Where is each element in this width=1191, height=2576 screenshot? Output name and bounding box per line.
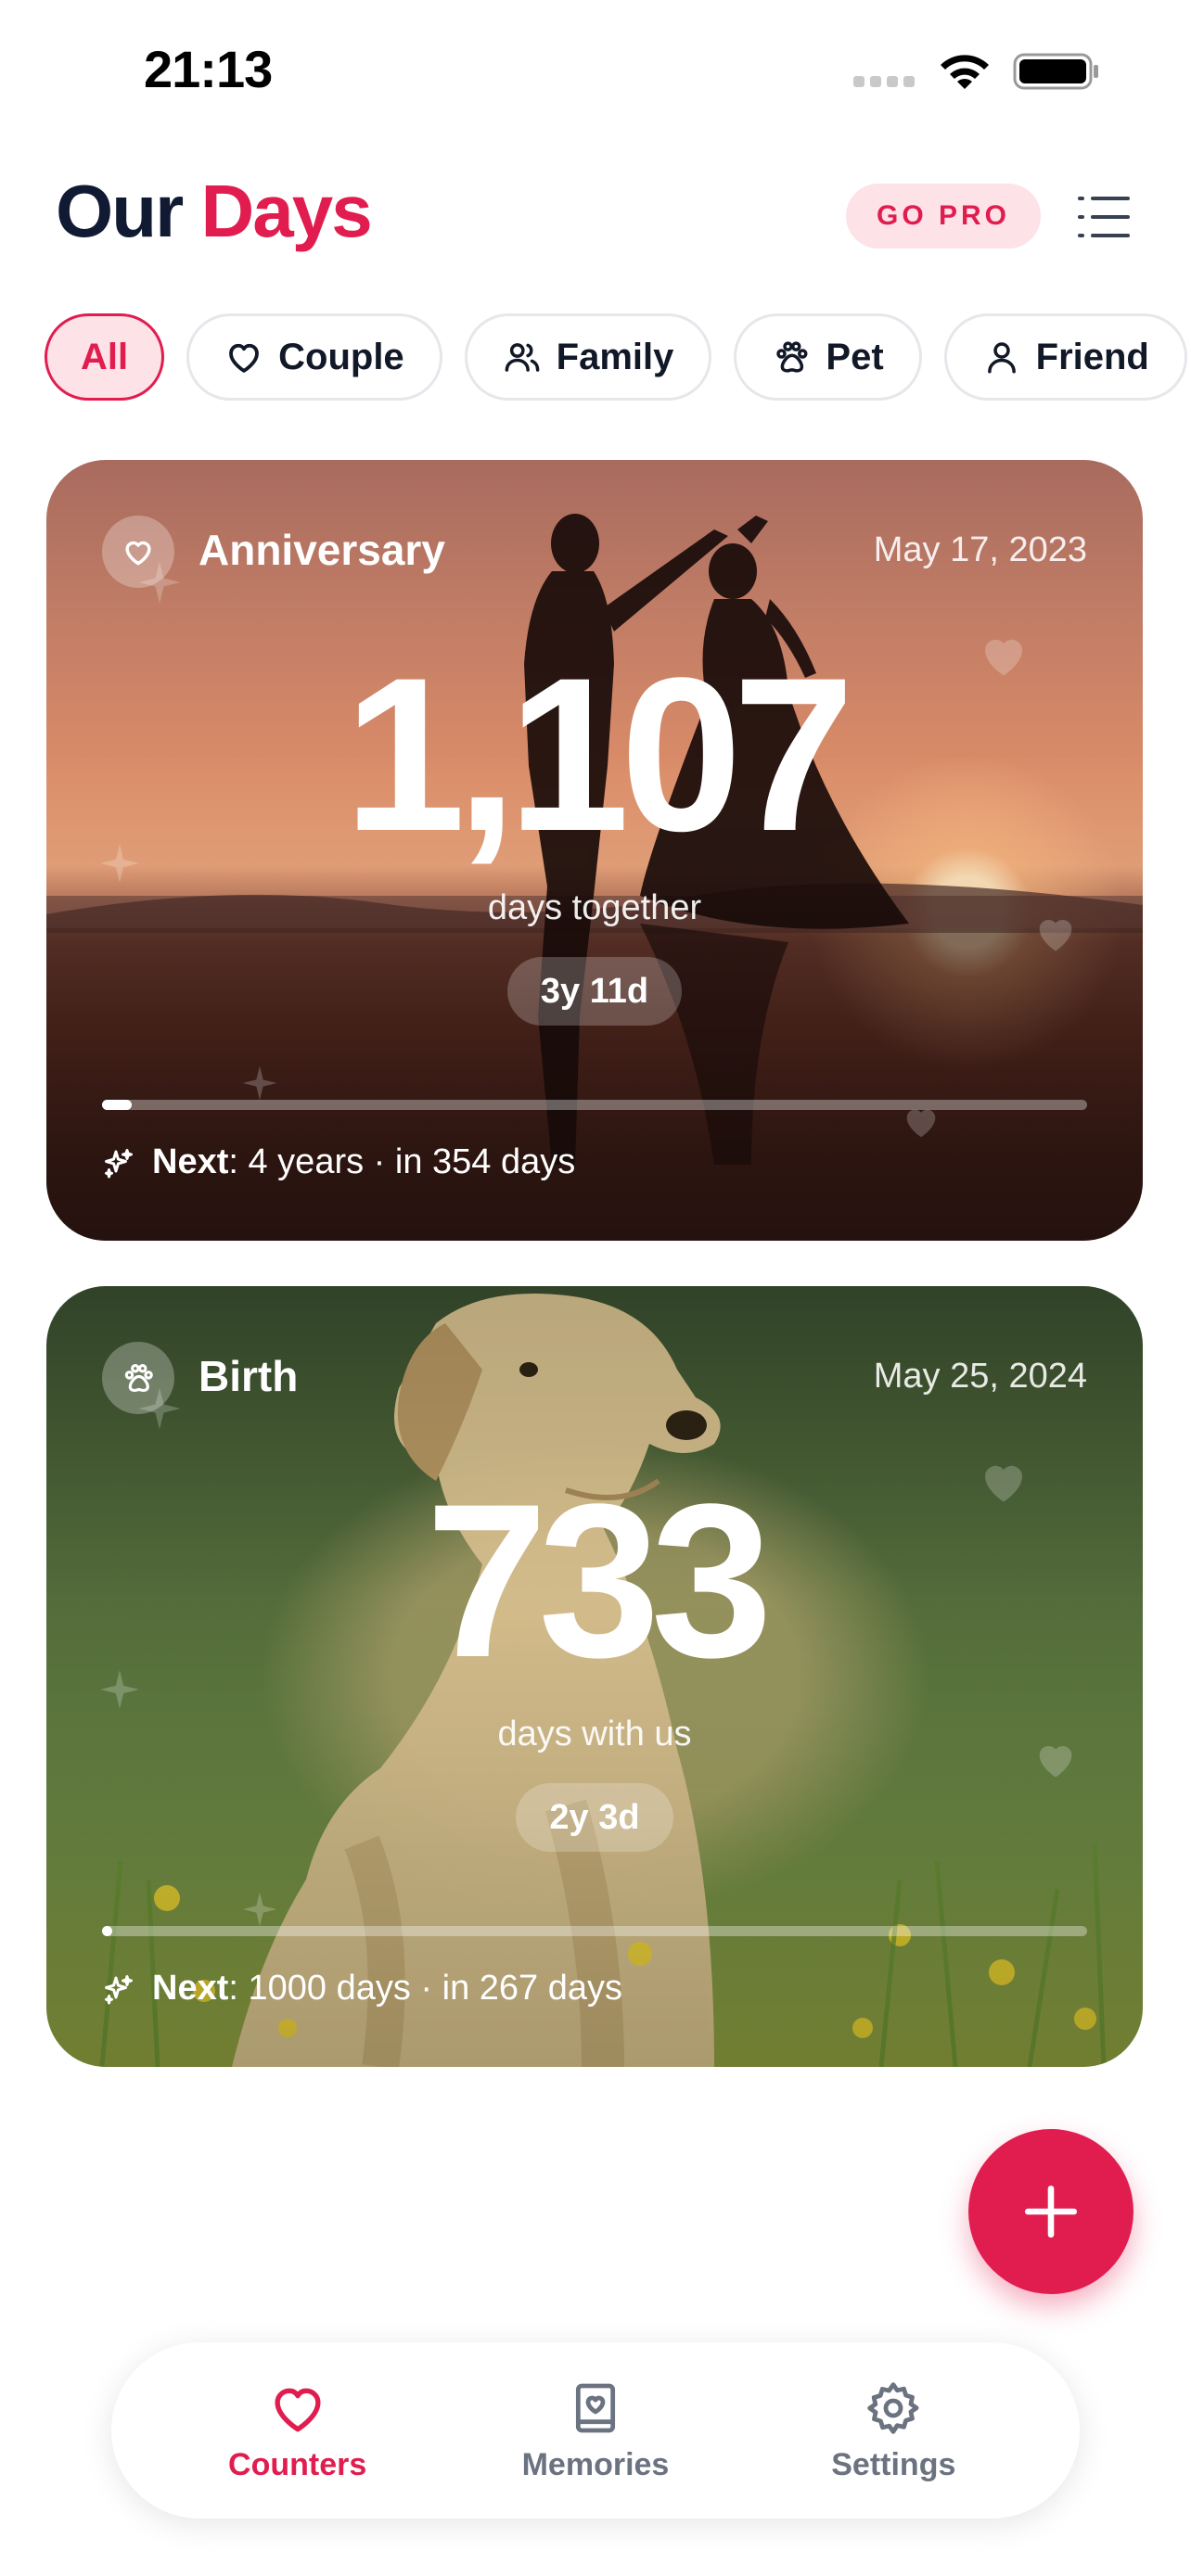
progress-fill [102,1926,112,1936]
tab-label: Memories [521,2446,670,2482]
sparkle-decoration-icon [242,1065,277,1101]
card-title: Anniversary [198,526,445,574]
tab-memories[interactable]: Memories [475,2378,716,2483]
filter-chip-family[interactable]: Family [464,313,712,401]
day-count: 733 [426,1459,773,1703]
next-milestone: Next: 4 years · in 354 days [102,1142,575,1182]
next-text: : 1000 days · in 267 days [228,1969,622,2008]
counter-card-birth[interactable]: Birth May 25, 2024 733 days with us 2y 3… [46,1286,1143,2067]
list-menu-icon[interactable] [1076,193,1132,241]
card-start-date: May 17, 2023 [873,530,1087,569]
progress-fill [102,1100,132,1110]
wifi-icon [941,55,989,89]
filter-chips: All Couple Family Pet Friend [45,313,1187,401]
sparkle-decoration-icon [242,1892,277,1927]
card-title: Birth [198,1352,299,1400]
counter-card-anniversary[interactable]: Anniversary May 17, 2023 1,107 days toge… [46,460,1143,1241]
title-part-our: Our [56,170,184,252]
tab-counters[interactable]: Counters [177,2378,418,2483]
next-milestone: Next: 1000 days · in 267 days [102,1969,622,2009]
status-bar: 21:13 [0,0,1191,139]
battery-icon [1013,53,1098,90]
milestone-progress-bar [102,1100,1087,1110]
card-category-badge [102,1342,174,1414]
bottom-tab-bar: Counters Memories Settings [111,2342,1080,2519]
filter-chip-friend[interactable]: Friend [943,313,1187,401]
chip-label: Couple [278,336,404,377]
filter-chip-couple[interactable]: Couple [186,313,442,401]
card-category-badge [102,516,174,588]
day-count-subtitle: days with us [497,1715,692,1753]
day-count: 1,107 [343,632,855,877]
heart-icon [229,343,260,373]
paw-icon [776,341,808,373]
paw-icon [124,1363,153,1393]
card-start-date: May 25, 2024 [873,1357,1087,1396]
filter-chip-pet[interactable]: Pet [734,313,922,401]
gear-icon [867,2381,919,2434]
sparkles-icon [105,1974,133,2004]
milestone-progress-bar [102,1926,1087,1936]
filter-chip-all[interactable]: All [45,313,165,401]
chip-label: Friend [1035,336,1149,377]
duration-badge: 2y 3d [516,1783,673,1852]
status-time: 21:13 [144,40,273,98]
chip-label: All [81,336,129,377]
person-icon [987,342,1016,374]
plus-icon [1024,2185,1078,2238]
next-text: : 4 years · in 354 days [228,1142,576,1181]
duration-badge: 3y 11d [506,957,683,1026]
sparkles-icon [105,1148,133,1178]
page-title: Our Days [56,174,373,249]
cellular-signal-icon [853,76,915,87]
people-icon [505,343,540,372]
tab-label: Settings [831,2446,956,2482]
heart-icon [125,541,151,566]
go-pro-button[interactable]: GO PRO [846,184,1041,249]
book-heart-icon [575,2383,616,2432]
day-count-subtitle: days together [487,888,702,927]
title-part-days: Days [200,170,372,252]
tab-label: Counters [228,2446,367,2482]
next-label: Next [152,1142,229,1181]
tab-settings[interactable]: Settings [773,2378,1014,2483]
chip-label: Pet [826,336,884,377]
heart-icon [275,2388,321,2431]
chip-label: Family [556,336,674,377]
next-label: Next [152,1969,229,2008]
add-counter-button[interactable] [968,2129,1133,2294]
